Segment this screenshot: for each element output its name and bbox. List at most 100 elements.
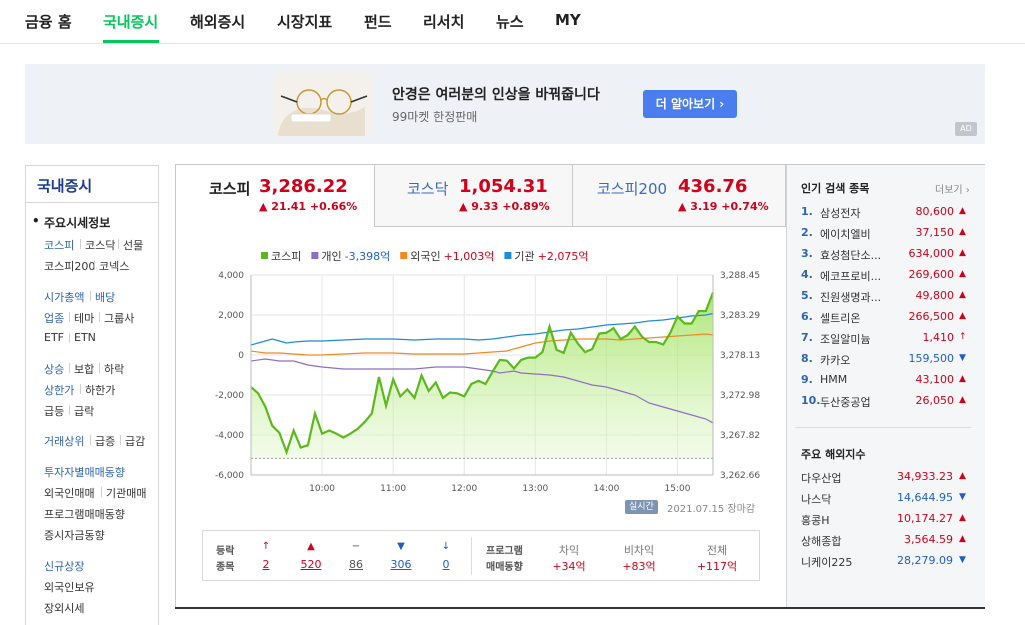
x-tick: 10:00 [309,484,335,494]
ad-learn-more-button[interactable]: 더 알아보기 › [643,90,737,118]
sidebar-institution-trade[interactable]: 기관매매 [106,485,146,501]
nav-fund[interactable]: 펀드 [364,11,392,32]
upper-limit-count[interactable]: 2 [251,558,281,571]
sidebar-flat[interactable]: 보합 [74,361,94,377]
flat-count[interactable]: 86 [341,558,371,571]
popular-stock-name[interactable]: 카카오 [820,352,896,368]
sidebar-market-cap[interactable]: 시가총액 [44,289,84,305]
nav-domestic-stock[interactable]: 국내증시 [103,11,158,32]
up-arrow-icon: ▲ [959,248,966,258]
sidebar-kospi[interactable]: 코스피 [44,237,74,253]
nav-finance-home[interactable]: 금융 홈 [25,11,72,32]
sidebar-volume-up[interactable]: 급증 [95,433,115,449]
down-arrow-icon: ▼ [959,492,966,502]
sidebar-deposit-trend[interactable]: 증시자금동향 [44,527,105,543]
sidebar-kospi200[interactable]: 코스피200 [44,258,95,274]
sidebar-surge[interactable]: 급등 [44,403,64,419]
popular-stock-row[interactable]: 2. 에이치엘비 37,150 ▲ [787,226,986,246]
popular-stock-name[interactable]: 셀트리온 [820,310,896,326]
popular-stock-row[interactable]: 9. HMM 43,100 ▲ [787,373,986,393]
nav-research[interactable]: 리서치 [423,11,464,32]
popular-stock-row[interactable]: 1. 삼성전자 80,600 ▲ [787,205,986,225]
sidebar-theme[interactable]: 테마 [74,310,94,326]
y-right-tick: 3,288.45 [720,271,760,281]
sidebar-plunge[interactable]: 급락 [74,403,94,419]
popular-stock-name[interactable]: 두산중공업 [820,394,896,410]
breadth-divider [471,537,472,575]
world-index-name[interactable]: 나스닥 [801,491,831,507]
sidebar-konex[interactable]: 코넥스 [99,258,129,274]
program-total-head: 전체 [706,544,728,557]
sidebar-foreign-trade[interactable]: 외국인매매 [44,485,95,501]
sidebar-rise[interactable]: 상승 [44,361,64,377]
program-arbitrage-value: +34억 [552,560,586,573]
popular-more-link[interactable]: 더보기 › [935,181,970,196]
nav-market-index[interactable]: 시장지표 [277,11,332,32]
sidebar-fall[interactable]: 하락 [104,361,124,377]
sidebar-group[interactable]: 그룹사 [104,310,134,326]
sidebar-otc[interactable]: 장외시세 [44,600,84,616]
sidebar-investor-trend[interactable]: 투자자별매매동향 [44,464,125,480]
up-arrow-icon: ▲ [959,374,966,384]
legend-label: 개인 [321,250,341,263]
popular-stock-name[interactable]: 에이치엘비 [820,226,896,242]
popular-stock-row[interactable]: 5. 진원생명과... 49,800 ▲ [787,289,986,309]
x-tick: 11:00 [380,484,406,494]
nav-my[interactable]: MY [555,11,581,29]
popular-stock-name[interactable]: 에코프로비... [820,268,896,284]
rise-count[interactable]: 520 [296,558,326,571]
popular-stock-row[interactable]: 10. 두산중공업 26,050 ▲ [787,394,986,414]
popular-stock-row[interactable]: 3. 효성첨단소... 634,000 ▲ [787,247,986,267]
popular-stock-name[interactable]: HMM [820,373,896,386]
sidebar-main-summary[interactable]: 주요시세정보 [44,214,110,231]
popular-stock-row[interactable]: 7. 조일알미늄 1,410 ↑ [787,331,986,351]
sidebar-futures[interactable]: 선물 [123,237,143,253]
sidebar-foreign-holding[interactable]: 외국인보유 [44,579,95,595]
sidebar-etf[interactable]: ETF [44,331,64,344]
sidebar-program-trend[interactable]: 프로그램매매동향 [44,506,125,522]
lower-limit-count[interactable]: 0 [431,558,461,571]
program-total-value: +117억 [696,560,738,573]
sidebar-separator [69,333,70,343]
popular-stock-row[interactable]: 8. 카카오 159,500 ▼ [787,352,986,372]
world-index-name[interactable]: 홍콩H [801,512,830,528]
right-panel: 인기 검색 종목 더보기 › 1. 삼성전자 80,600 ▲ 2. 에이치엘비 37,15… [786,165,985,607]
fall-count[interactable]: 306 [386,558,416,571]
popular-stock-name[interactable]: 조일알미늄 [820,331,896,347]
sidebar-sector[interactable]: 업종 [44,310,64,326]
sidebar-separator [118,239,119,249]
up-arrow-icon: ▲ [959,290,966,300]
sidebar-separator [101,487,102,497]
world-index-name[interactable]: 니케이225 [801,554,852,570]
program-nonarbitrage-head: 비차익 [623,544,655,557]
sidebar-dividend[interactable]: 배당 [95,289,115,305]
nav-news[interactable]: 뉴스 [496,11,524,32]
popular-stocks-title: 인기 검색 종목 [801,182,870,195]
popular-stock-price: 159,500 [908,352,955,365]
sidebar-separator [99,312,100,322]
popular-stock-name[interactable]: 진원생명과... [820,289,896,305]
popular-stock-row[interactable]: 4. 에코프로비... 269,600 ▲ [787,268,986,288]
sidebar-kosdaq[interactable]: 코스닥 [85,237,115,253]
x-tick: 14:00 [593,484,619,494]
popular-stock-row[interactable]: 6. 셀트리온 266,500 ▲ [787,310,986,330]
y-right-tick: 3,262.66 [720,471,760,481]
nav-world-stock[interactable]: 해외증시 [190,11,245,32]
sidebar-upper-limit[interactable]: 상한가 [44,382,74,398]
rise-icon: ▲ [307,541,315,552]
world-index-name[interactable]: 다우산업 [801,470,841,486]
sidebar-new-listing[interactable]: 신규상장 [44,558,84,574]
popular-stock-name[interactable]: 효성첨단소... [820,247,896,263]
realtime-badge: 실시간 [625,500,658,514]
world-index-value: 3,564.59 [904,533,953,546]
sidebar-lower-limit[interactable]: 하한가 [85,382,115,398]
ad-banner[interactable]: 안경은 여러분의 인상을 바꿔줍니다 99마켓 한정판매 더 알아보기 › AD [25,64,985,144]
legend-label: 기관 [514,250,534,263]
popular-stock-price: 43,100 [915,373,955,386]
sidebar-etn[interactable]: ETN [74,331,96,344]
sidebar-volume-top[interactable]: 거래상위 [44,433,84,449]
sidebar-title[interactable]: 국내증시 [37,175,92,196]
world-index-name[interactable]: 상해종합 [801,533,841,549]
sidebar-volume-down[interactable]: 급감 [125,433,145,449]
popular-stock-name[interactable]: 삼성전자 [820,205,896,221]
